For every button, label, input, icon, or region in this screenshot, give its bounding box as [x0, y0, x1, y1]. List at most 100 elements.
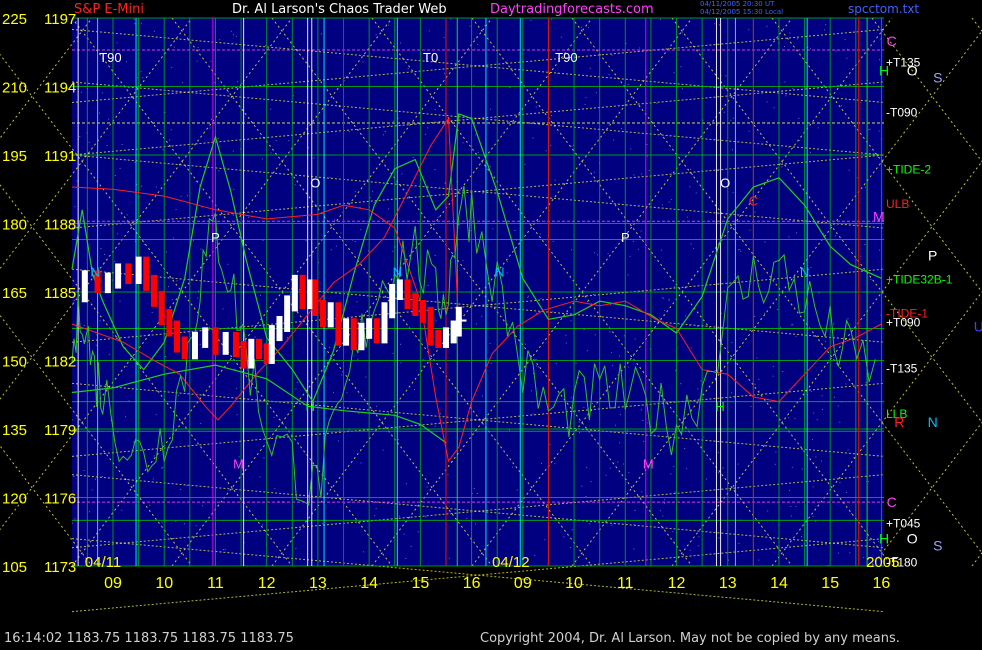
star-dot	[182, 82, 183, 84]
star-dot	[764, 241, 766, 243]
star-dot	[846, 57, 848, 59]
star-dot	[434, 169, 436, 171]
star-dot	[260, 294, 261, 296]
star-dot	[450, 18, 452, 20]
price-bar	[81, 270, 88, 303]
star-dot	[125, 416, 127, 418]
star-dot	[484, 25, 486, 27]
price-bar	[166, 309, 173, 337]
price-bar	[268, 325, 275, 364]
star-dot	[675, 370, 677, 372]
star-dot	[187, 195, 188, 197]
star-dot	[690, 168, 691, 170]
star-dot	[626, 429, 628, 431]
star-dot	[535, 359, 537, 360]
star-dot	[171, 66, 173, 68]
star-dot	[641, 409, 642, 411]
star-dot	[469, 25, 471, 27]
star-dot	[784, 46, 785, 48]
star-dot	[766, 101, 768, 103]
site-link[interactable]: Daytradingforecasts.com	[490, 2, 654, 17]
star-dot	[837, 405, 839, 407]
star-dot	[585, 97, 587, 99]
star-dot	[627, 366, 629, 368]
star-dot	[782, 371, 784, 372]
star-dot	[475, 323, 477, 325]
star-dot	[668, 300, 670, 302]
star-dot	[609, 331, 611, 333]
price-bar	[373, 318, 380, 344]
star-dot	[102, 475, 103, 477]
star-dot	[524, 343, 526, 345]
star-dot	[308, 380, 310, 382]
star-dot	[579, 432, 581, 434]
chart-marker-label: O	[720, 175, 730, 190]
star-dot	[537, 366, 539, 368]
star-dot	[233, 34, 234, 36]
star-dot	[492, 228, 494, 230]
star-dot	[348, 429, 350, 431]
star-dot	[648, 170, 650, 172]
star-dot	[617, 461, 619, 463]
star-dot	[851, 513, 853, 514]
star-dot	[224, 548, 226, 550]
star-dot	[725, 75, 727, 77]
star-dot	[791, 466, 793, 468]
star-dot	[489, 166, 491, 168]
star-dot	[289, 293, 291, 295]
x-hour-tick-label: 15	[821, 575, 839, 592]
star-dot	[375, 508, 377, 510]
star-dot	[262, 239, 264, 241]
star-dot	[369, 197, 371, 199]
planet-label: O	[907, 531, 918, 547]
y-outer-tick-label: 195	[2, 148, 27, 165]
star-dot	[728, 559, 730, 561]
star-dot	[749, 229, 751, 231]
star-dot	[509, 429, 510, 431]
star-dot	[211, 119, 212, 120]
chart-marker-label: M	[233, 456, 244, 471]
star-dot	[162, 466, 164, 468]
star-dot	[219, 39, 221, 41]
star-dot	[106, 145, 108, 146]
star-dot	[664, 499, 666, 501]
price-bar	[276, 315, 283, 342]
price-bar	[381, 302, 388, 344]
star-dot	[95, 478, 96, 480]
star-dot	[161, 467, 163, 469]
planet-label: N	[928, 414, 938, 430]
price-bar	[389, 284, 396, 319]
star-dot	[717, 498, 719, 500]
star-dot	[552, 240, 554, 242]
star-dot	[879, 38, 881, 40]
star-dot	[641, 173, 643, 175]
star-dot	[350, 501, 352, 503]
star-dot	[605, 474, 607, 476]
star-dot	[354, 191, 356, 193]
star-dot	[400, 42, 402, 44]
star-dot	[443, 36, 445, 38]
star-dot	[134, 161, 136, 163]
star-dot	[72, 522, 73, 524]
star-dot	[737, 463, 739, 465]
star-dot	[869, 128, 871, 130]
star-dot	[661, 204, 663, 206]
star-dot	[681, 88, 683, 90]
star-dot	[186, 484, 188, 486]
planet-label: S	[933, 69, 942, 85]
x-hour-tick-label: 14	[770, 575, 788, 592]
star-dot	[865, 382, 867, 384]
star-dot	[173, 537, 175, 539]
star-dot	[357, 358, 359, 360]
star-dot	[254, 336, 256, 338]
star-dot	[236, 387, 238, 389]
star-dot	[686, 216, 688, 218]
star-dot	[273, 416, 275, 418]
star-dot	[834, 235, 836, 237]
price-bar	[435, 329, 442, 348]
star-dot	[412, 157, 414, 158]
star-dot	[133, 441, 135, 443]
star-dot	[589, 67, 591, 69]
star-dot	[334, 219, 335, 221]
star-dot	[748, 130, 750, 132]
